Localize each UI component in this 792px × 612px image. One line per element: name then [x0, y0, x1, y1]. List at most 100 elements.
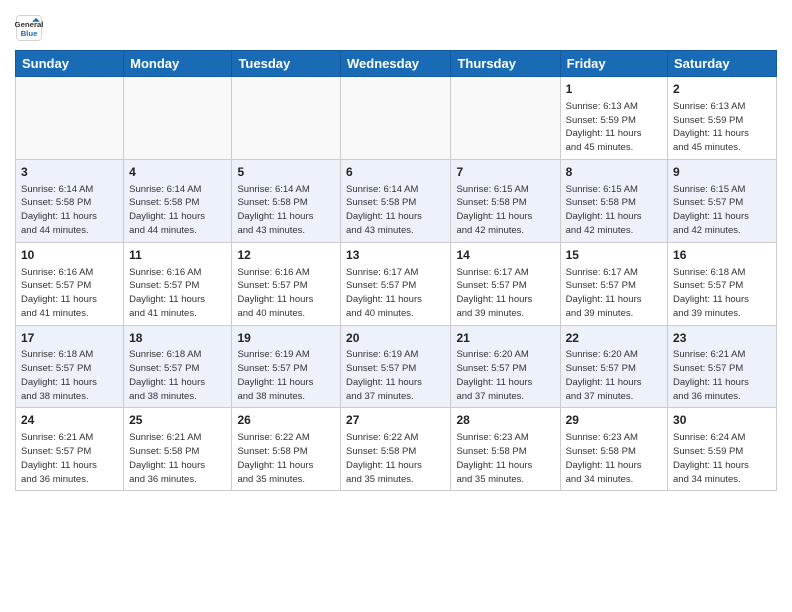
day-info: Sunrise: 6:20 AM Sunset: 5:57 PM Dayligh…	[456, 348, 554, 403]
day-info: Sunrise: 6:22 AM Sunset: 5:58 PM Dayligh…	[346, 431, 445, 486]
logo-icon: General Blue	[15, 14, 43, 42]
weekday-header-tuesday: Tuesday	[232, 51, 341, 77]
logo: General Blue	[15, 14, 45, 42]
calendar-cell: 3Sunrise: 6:14 AM Sunset: 5:58 PM Daylig…	[16, 159, 124, 242]
calendar-cell: 2 Sunrise: 6:13 AM Sunset: 5:59 PM Daylig…	[668, 77, 777, 160]
calendar-cell: 4Sunrise: 6:14 AM Sunset: 5:58 PM Daylig…	[124, 159, 232, 242]
weekday-header-wednesday: Wednesday	[341, 51, 451, 77]
day-info: Sunrise: 6:21 AM Sunset: 5:57 PM Dayligh…	[21, 431, 118, 486]
day-info: Sunrise: 6:16 AM Sunset: 5:57 PM Dayligh…	[21, 266, 118, 321]
day-info: Sunrise: 6:13 AM Sunset: 5:59 PM Dayligh…	[673, 100, 771, 155]
day-number: 12	[237, 247, 335, 264]
svg-text:Blue: Blue	[21, 29, 39, 38]
calendar-cell: 18Sunrise: 6:18 AM Sunset: 5:57 PM Dayli…	[124, 325, 232, 408]
calendar-cell: 29 Sunrise: 6:23 AM Sunset: 5:58 PM Dayli…	[560, 408, 667, 491]
day-info: Sunrise: 6:19 AM Sunset: 5:57 PM Dayligh…	[237, 348, 335, 403]
calendar-cell	[16, 77, 124, 160]
day-number: 17	[21, 330, 118, 347]
day-number: 1	[566, 81, 662, 98]
calendar-cell: 23Sunrise: 6:21 AM Sunset: 5:57 PM Dayli…	[668, 325, 777, 408]
day-number: 13	[346, 247, 445, 264]
day-number: 19	[237, 330, 335, 347]
day-number: 2	[673, 81, 771, 98]
calendar-cell	[124, 77, 232, 160]
calendar-cell: 21Sunrise: 6:20 AM Sunset: 5:57 PM Dayli…	[451, 325, 560, 408]
calendar-cell: 26 Sunrise: 6:22 AM Sunset: 5:58 PM Dayli…	[232, 408, 341, 491]
calendar-cell: 11 Sunrise: 6:16 AM Sunset: 5:57 PM Dayli…	[124, 242, 232, 325]
day-number: 28	[456, 412, 554, 429]
weekday-header-saturday: Saturday	[668, 51, 777, 77]
day-info: Sunrise: 6:24 AM Sunset: 5:59 PM Dayligh…	[673, 431, 771, 486]
day-info: Sunrise: 6:14 AM Sunset: 5:58 PM Dayligh…	[21, 183, 118, 238]
day-info: Sunrise: 6:15 AM Sunset: 5:58 PM Dayligh…	[566, 183, 662, 238]
day-number: 16	[673, 247, 771, 264]
calendar-cell: 20Sunrise: 6:19 AM Sunset: 5:57 PM Dayli…	[341, 325, 451, 408]
calendar-cell: 8 Sunrise: 6:15 AM Sunset: 5:58 PM Daylig…	[560, 159, 667, 242]
weekday-header-sunday: Sunday	[16, 51, 124, 77]
day-number: 23	[673, 330, 771, 347]
day-number: 14	[456, 247, 554, 264]
day-number: 4	[129, 164, 226, 181]
day-number: 22	[566, 330, 662, 347]
day-number: 8	[566, 164, 662, 181]
day-info: Sunrise: 6:16 AM Sunset: 5:57 PM Dayligh…	[237, 266, 335, 321]
day-number: 18	[129, 330, 226, 347]
day-number: 26	[237, 412, 335, 429]
day-info: Sunrise: 6:14 AM Sunset: 5:58 PM Dayligh…	[346, 183, 445, 238]
day-number: 15	[566, 247, 662, 264]
weekday-header-thursday: Thursday	[451, 51, 560, 77]
week-row-5: 24 Sunrise: 6:21 AM Sunset: 5:57 PM Dayli…	[16, 408, 777, 491]
calendar-cell: 12 Sunrise: 6:16 AM Sunset: 5:57 PM Dayli…	[232, 242, 341, 325]
calendar-cell: 13 Sunrise: 6:17 AM Sunset: 5:57 PM Dayli…	[341, 242, 451, 325]
day-number: 24	[21, 412, 118, 429]
day-number: 9	[673, 164, 771, 181]
day-info: Sunrise: 6:17 AM Sunset: 5:57 PM Dayligh…	[346, 266, 445, 321]
calendar-cell: 30 Sunrise: 6:24 AM Sunset: 5:59 PM Dayli…	[668, 408, 777, 491]
day-info: Sunrise: 6:15 AM Sunset: 5:58 PM Dayligh…	[456, 183, 554, 238]
day-info: Sunrise: 6:17 AM Sunset: 5:57 PM Dayligh…	[566, 266, 662, 321]
day-number: 10	[21, 247, 118, 264]
day-info: Sunrise: 6:15 AM Sunset: 5:57 PM Dayligh…	[673, 183, 771, 238]
day-info: Sunrise: 6:21 AM Sunset: 5:58 PM Dayligh…	[129, 431, 226, 486]
week-row-3: 10 Sunrise: 6:16 AM Sunset: 5:57 PM Dayli…	[16, 242, 777, 325]
header: General Blue	[15, 10, 777, 42]
day-info: Sunrise: 6:22 AM Sunset: 5:58 PM Dayligh…	[237, 431, 335, 486]
day-number: 11	[129, 247, 226, 264]
day-info: Sunrise: 6:18 AM Sunset: 5:57 PM Dayligh…	[673, 266, 771, 321]
calendar-cell: 15 Sunrise: 6:17 AM Sunset: 5:57 PM Dayli…	[560, 242, 667, 325]
day-info: Sunrise: 6:23 AM Sunset: 5:58 PM Dayligh…	[566, 431, 662, 486]
calendar-cell: 16 Sunrise: 6:18 AM Sunset: 5:57 PM Dayli…	[668, 242, 777, 325]
week-row-2: 3Sunrise: 6:14 AM Sunset: 5:58 PM Daylig…	[16, 159, 777, 242]
weekday-header-row: SundayMondayTuesdayWednesdayThursdayFrid…	[16, 51, 777, 77]
calendar-cell: 27 Sunrise: 6:22 AM Sunset: 5:58 PM Dayli…	[341, 408, 451, 491]
day-info: Sunrise: 6:18 AM Sunset: 5:57 PM Dayligh…	[21, 348, 118, 403]
calendar-cell: 17Sunrise: 6:18 AM Sunset: 5:57 PM Dayli…	[16, 325, 124, 408]
day-info: Sunrise: 6:13 AM Sunset: 5:59 PM Dayligh…	[566, 100, 662, 155]
day-number: 27	[346, 412, 445, 429]
calendar-cell: 9 Sunrise: 6:15 AM Sunset: 5:57 PM Daylig…	[668, 159, 777, 242]
week-row-1: 1 Sunrise: 6:13 AM Sunset: 5:59 PM Daylig…	[16, 77, 777, 160]
calendar-cell: 1 Sunrise: 6:13 AM Sunset: 5:59 PM Daylig…	[560, 77, 667, 160]
weekday-header-friday: Friday	[560, 51, 667, 77]
calendar-cell: 6 Sunrise: 6:14 AM Sunset: 5:58 PM Daylig…	[341, 159, 451, 242]
day-info: Sunrise: 6:21 AM Sunset: 5:57 PM Dayligh…	[673, 348, 771, 403]
day-info: Sunrise: 6:20 AM Sunset: 5:57 PM Dayligh…	[566, 348, 662, 403]
day-number: 6	[346, 164, 445, 181]
weekday-header-monday: Monday	[124, 51, 232, 77]
day-number: 7	[456, 164, 554, 181]
day-info: Sunrise: 6:14 AM Sunset: 5:58 PM Dayligh…	[237, 183, 335, 238]
day-info: Sunrise: 6:16 AM Sunset: 5:57 PM Dayligh…	[129, 266, 226, 321]
day-number: 25	[129, 412, 226, 429]
day-number: 5	[237, 164, 335, 181]
day-number: 20	[346, 330, 445, 347]
day-number: 30	[673, 412, 771, 429]
day-info: Sunrise: 6:19 AM Sunset: 5:57 PM Dayligh…	[346, 348, 445, 403]
day-number: 21	[456, 330, 554, 347]
calendar: SundayMondayTuesdayWednesdayThursdayFrid…	[15, 50, 777, 491]
calendar-cell: 14Sunrise: 6:17 AM Sunset: 5:57 PM Dayli…	[451, 242, 560, 325]
calendar-cell: 25 Sunrise: 6:21 AM Sunset: 5:58 PM Dayli…	[124, 408, 232, 491]
calendar-cell	[232, 77, 341, 160]
calendar-cell: 28Sunrise: 6:23 AM Sunset: 5:58 PM Dayli…	[451, 408, 560, 491]
calendar-cell	[341, 77, 451, 160]
day-number: 29	[566, 412, 662, 429]
